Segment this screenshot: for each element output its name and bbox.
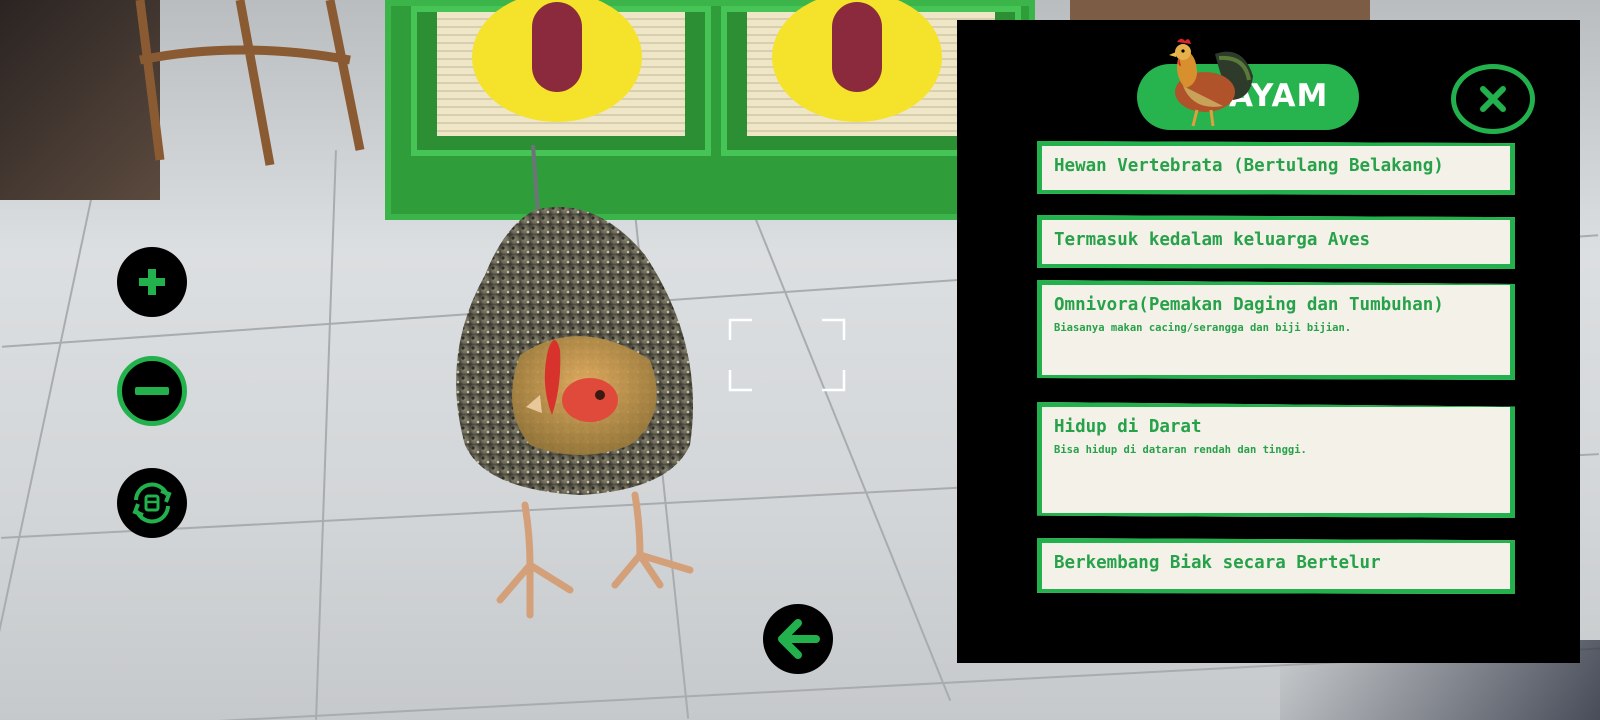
zoom-in-button[interactable] xyxy=(117,247,187,317)
floor-tile-line xyxy=(315,150,337,720)
cabinet-door xyxy=(411,0,711,156)
minus-icon xyxy=(135,387,169,395)
rotate-button[interactable] xyxy=(117,468,187,538)
background-rug xyxy=(1070,0,1370,22)
plus-icon xyxy=(139,269,165,295)
arrow-left-icon xyxy=(778,619,820,659)
fact-subtitle: Biasanya makan cacing/serangga dan biji … xyxy=(1054,322,1352,334)
fact-card-reproduction: Berkembang Biak secara Bertelur xyxy=(1037,538,1515,594)
back-button[interactable] xyxy=(763,604,833,674)
close-button[interactable] xyxy=(1451,64,1535,134)
close-icon xyxy=(1480,86,1506,112)
cabinet-emblem-core xyxy=(832,2,882,92)
fact-card-aves: Termasuk kedalam keluarga Aves xyxy=(1037,215,1515,269)
info-panel: AYAM Hewan Vertebrata (Bertulang Belakan… xyxy=(957,20,1580,663)
floor-tile-line xyxy=(0,156,102,714)
fact-card-omnivora: Omnivora(Pemakan Daging dan Tumbuhan) Bi… xyxy=(1037,280,1515,380)
chicken-3d-model[interactable] xyxy=(430,145,730,625)
rotate-icon xyxy=(132,482,172,524)
fact-title: Berkembang Biak secara Bertelur xyxy=(1054,553,1381,573)
fact-card-vertebrata: Hewan Vertebrata (Bertulang Belakang) xyxy=(1037,141,1515,195)
fact-title: Hewan Vertebrata (Bertulang Belakang) xyxy=(1054,156,1444,176)
fact-title: Omnivora(Pemakan Daging dan Tumbuhan) xyxy=(1054,295,1444,315)
fact-title: Termasuk kedalam keluarga Aves xyxy=(1054,230,1371,250)
fact-card-habitat: Hidup di Darat Bisa hidup di dataran ren… xyxy=(1037,402,1515,518)
fact-subtitle: Bisa hidup di dataran rendah dan tinggi. xyxy=(1054,444,1307,456)
fact-title: Hidup di Darat xyxy=(1054,417,1202,437)
ar-reticle xyxy=(728,318,846,392)
zoom-out-button[interactable] xyxy=(117,356,187,426)
cabinet-emblem-core xyxy=(532,2,582,92)
rattan-chair xyxy=(135,0,365,166)
rooster-icon xyxy=(1169,38,1253,127)
